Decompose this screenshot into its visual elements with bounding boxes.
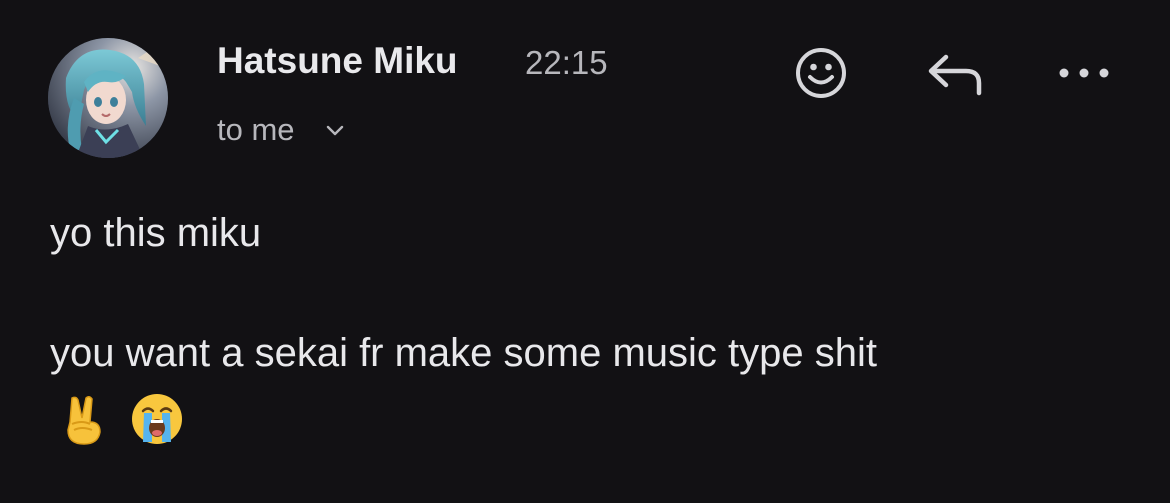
reply-arrow-icon[interactable] <box>926 52 984 96</box>
message-body-line: you want a sekai fr make some music type… <box>50 331 877 375</box>
message-body-line: yo this miku <box>50 211 262 255</box>
sender-name[interactable]: Hatsune Miku <box>217 40 458 82</box>
loudly-crying-face-emoji <box>132 394 182 444</box>
avatar-image <box>48 38 168 158</box>
message-emojis <box>56 392 184 446</box>
more-horizontal-icon[interactable] <box>1056 62 1112 84</box>
victory-hand-emoji <box>67 395 101 445</box>
recipient-label: to me <box>217 112 295 147</box>
message-time: 22:15 <box>525 44 608 81</box>
sender-avatar[interactable] <box>48 38 168 158</box>
smiley-face-icon[interactable] <box>794 46 848 100</box>
chevron-down-icon <box>326 125 343 136</box>
recipient-toggle[interactable]: to me <box>217 112 345 148</box>
